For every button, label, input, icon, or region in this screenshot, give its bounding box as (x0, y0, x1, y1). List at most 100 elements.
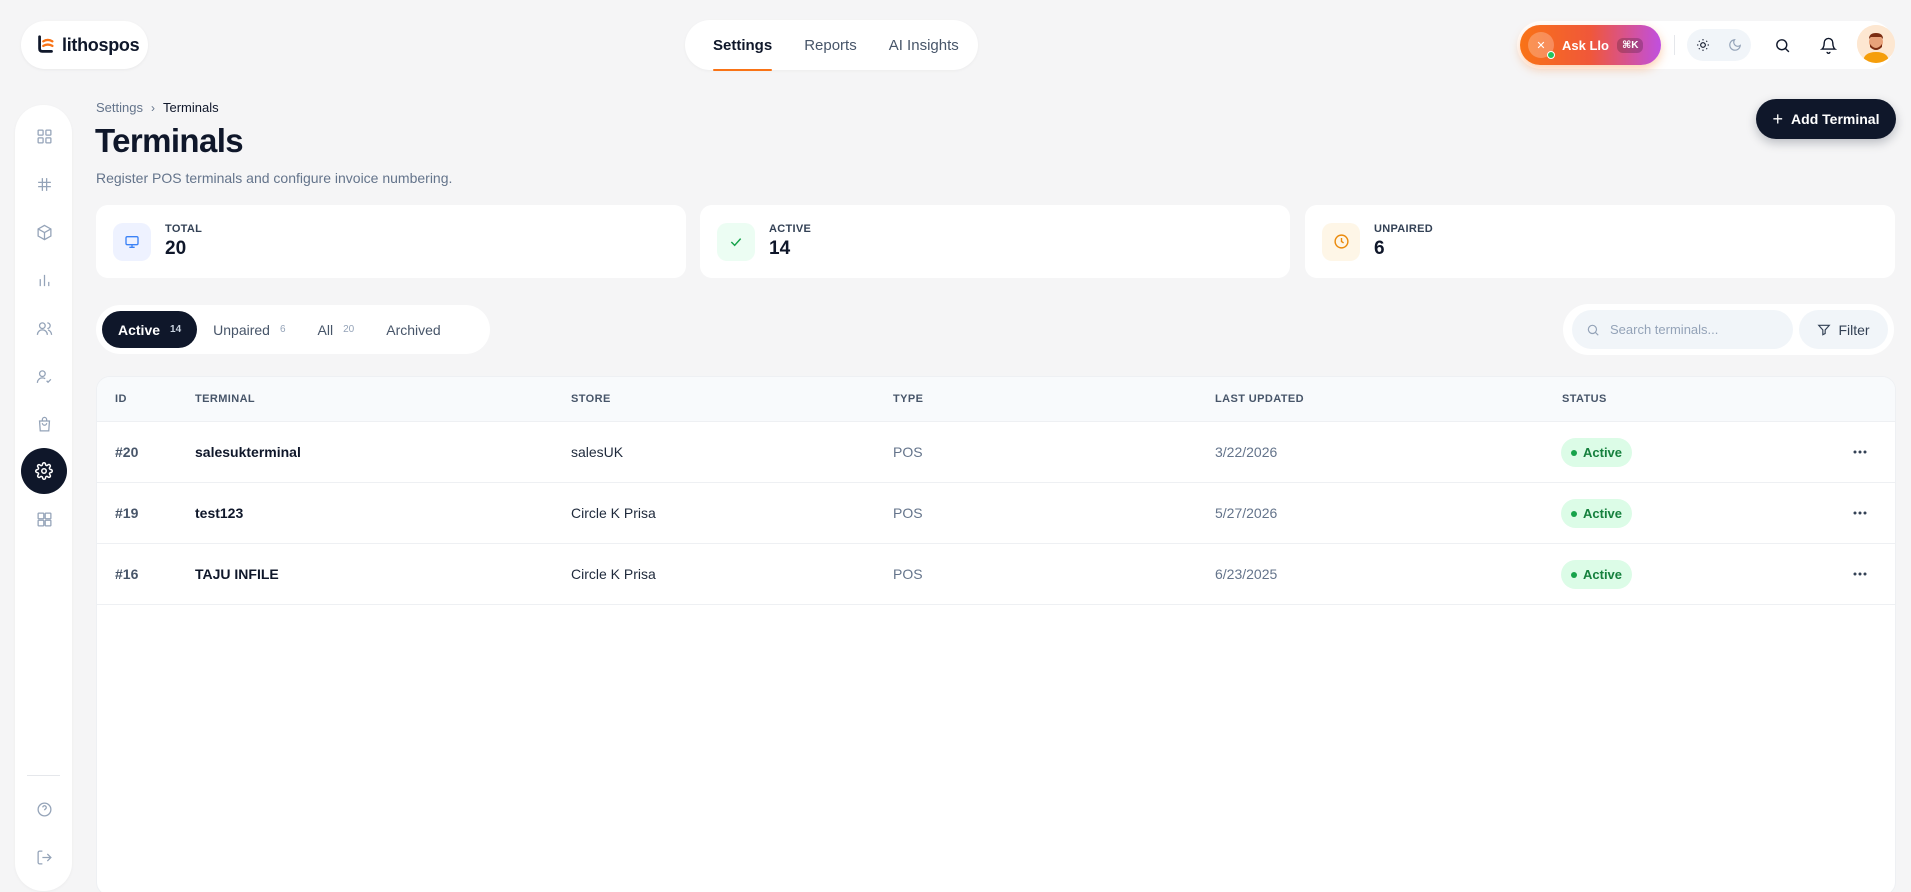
column-last-updated[interactable]: LAST UPDATED (1215, 393, 1304, 405)
table-row[interactable]: #19 test123 Circle K Prisa POS 5/27/2026… (97, 483, 1895, 544)
apps-icon (36, 511, 52, 527)
status-label: Active (1583, 506, 1623, 521)
cell-id: #19 (115, 505, 139, 521)
logo[interactable]: lithospos (21, 21, 148, 69)
cell-terminal[interactable]: TAJU INFILE (195, 566, 279, 582)
search-filter-group: Filter (1563, 304, 1894, 355)
sidebar-item-settings[interactable] (21, 448, 67, 494)
tab-count: 14 (170, 324, 182, 335)
chart-icon (39, 274, 49, 286)
sidebar-item-dashboard[interactable] (21, 113, 67, 159)
column-id[interactable]: ID (115, 393, 127, 405)
tab-count: 6 (279, 324, 286, 335)
stat-label: UNPAIRED (1374, 223, 1434, 235)
tab-label: Unpaired (213, 321, 270, 338)
column-terminal[interactable]: TERMINAL (195, 393, 255, 405)
column-type[interactable]: TYPE (893, 393, 923, 405)
search-input[interactable] (1610, 322, 1770, 337)
tab-all[interactable]: All 20 (302, 311, 371, 348)
sidebar-item-grid[interactable] (21, 161, 67, 207)
search-box (1572, 310, 1793, 349)
tab-archived[interactable]: Archived (370, 311, 456, 348)
table-header: ID TERMINAL STORE TYPE LAST UPDATED STAT… (97, 377, 1895, 422)
column-status[interactable]: STATUS (1562, 393, 1607, 405)
top-nav: Settings Reports AI Insights (685, 20, 978, 71)
cell-terminal[interactable]: test123 (195, 505, 243, 521)
user-check-icon (36, 369, 51, 383)
breadcrumb-current: Terminals (162, 100, 219, 115)
tab-label: Archived (386, 321, 441, 338)
cell-terminal[interactable]: salesukterminal (195, 444, 301, 460)
stat-card-total: TOTAL 20 (96, 205, 686, 278)
filter-icon (1817, 324, 1831, 336)
cell-last-updated: 6/23/2025 (1215, 566, 1278, 582)
sidebar-item-products[interactable] (21, 209, 67, 255)
sun-icon[interactable] (1696, 38, 1710, 52)
avatar[interactable] (1857, 25, 1895, 63)
terminals-table: ID TERMINAL STORE TYPE LAST UPDATED STAT… (96, 376, 1896, 892)
sidebar-item-apps[interactable] (21, 496, 67, 542)
cell-store: Circle K Prisa (571, 505, 656, 521)
tab-unpaired[interactable]: Unpaired 6 (197, 311, 301, 348)
cell-store: salesUK (571, 444, 624, 460)
status-badge: Active (1561, 438, 1633, 467)
users-icon (36, 321, 52, 335)
bell-icon[interactable] (1816, 33, 1840, 57)
brand-name: lithospos (62, 34, 140, 55)
breadcrumb-settings[interactable]: Settings (96, 100, 143, 115)
cell-last-updated: 5/27/2026 (1215, 505, 1278, 521)
divider (1674, 35, 1675, 55)
lithospos-logo-icon (38, 35, 54, 53)
sidebar-item-help[interactable] (21, 786, 67, 832)
nav-ai-insights[interactable]: AI Insights (889, 37, 959, 54)
check-icon (717, 222, 755, 261)
monitor-icon (113, 222, 151, 261)
table-row[interactable]: #16 TAJU INFILE Circle K Prisa POS 6/23/… (97, 544, 1895, 605)
bag-icon (38, 416, 50, 432)
settings-icon (35, 462, 53, 480)
table-row[interactable]: #20 salesukterminal salesUK POS 3/22/202… (97, 422, 1895, 483)
sidebar-item-logout[interactable] (21, 834, 67, 880)
sidebar-item-customers[interactable] (21, 305, 67, 351)
shortcut-badge: ⌘K (1616, 37, 1644, 53)
box-icon (36, 224, 52, 240)
stat-card-unpaired: UNPAIRED 6 (1305, 205, 1895, 278)
nav-reports[interactable]: Reports (804, 37, 857, 54)
search-icon[interactable] (1770, 33, 1794, 57)
ask-llo-button[interactable]: ✕ Ask Llo ⌘K (1520, 25, 1661, 65)
cell-type: POS (893, 505, 923, 521)
more-horizontal-icon[interactable] (1849, 442, 1871, 462)
column-store[interactable]: STORE (571, 393, 611, 405)
cell-last-updated: 3/22/2026 (1215, 444, 1278, 460)
stat-value: 14 (769, 238, 791, 259)
moon-icon[interactable] (1728, 38, 1742, 52)
filter-button[interactable]: Filter (1799, 310, 1888, 349)
sidebar-divider (27, 775, 60, 776)
plus-icon: + (1772, 109, 1784, 129)
status-tabs: Active 14 Unpaired 6 All 20 Archived (96, 305, 490, 354)
nav-settings[interactable]: Settings (713, 37, 773, 71)
theme-toggle[interactable] (1687, 29, 1751, 61)
page-subtitle: Register POS terminals and configure inv… (96, 170, 453, 186)
more-horizontal-icon[interactable] (1849, 503, 1871, 523)
clock-icon (1322, 222, 1360, 261)
cell-store: Circle K Prisa (571, 566, 656, 582)
tab-active[interactable]: Active 14 (102, 311, 198, 348)
more-horizontal-icon[interactable] (1849, 564, 1871, 584)
status-badge: Active (1561, 560, 1633, 589)
cell-type: POS (893, 444, 923, 460)
cell-id: #16 (115, 566, 139, 582)
add-terminal-button[interactable]: + Add Terminal (1756, 99, 1896, 139)
page-title: Terminals (95, 122, 244, 159)
filter-label: Filter (1838, 321, 1870, 338)
tab-label: Active (118, 321, 161, 338)
sidebar-item-reports[interactable] (21, 257, 67, 303)
stat-value: 6 (1374, 238, 1385, 259)
chevron-right-icon: › (150, 100, 155, 115)
tab-count: 20 (343, 324, 355, 335)
sidebar-item-staff[interactable] (21, 353, 67, 399)
help-icon (36, 801, 52, 817)
cell-type: POS (893, 566, 923, 582)
sidebar-item-orders[interactable] (21, 401, 67, 447)
stat-label: TOTAL (165, 223, 203, 235)
